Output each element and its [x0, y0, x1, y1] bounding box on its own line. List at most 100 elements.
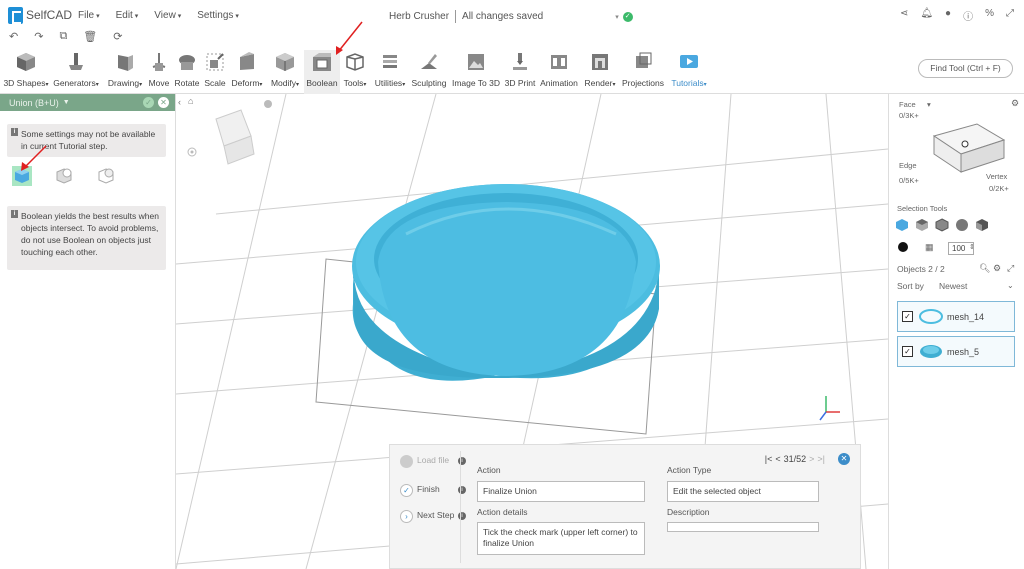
share-icon[interactable]: ⋖: [900, 8, 908, 23]
menu-settings[interactable]: Settings: [197, 10, 239, 21]
object-row-mesh-14[interactable]: ✓ mesh_14: [897, 301, 1015, 332]
step-label: Load file: [417, 455, 450, 465]
undo-icon[interactable]: ↶: [9, 30, 18, 48]
close-icon[interactable]: ✕: [158, 97, 169, 108]
confirm-check-icon[interactable]: ✓: [143, 97, 154, 108]
chevron-right-icon: ›: [400, 510, 413, 523]
tool-image-to-3d[interactable]: Image To 3D: [450, 50, 502, 88]
panel-title: Union (B+U): [9, 97, 59, 108]
copy-icon[interactable]: ⧉: [59, 30, 67, 48]
view-cube[interactable]: [215, 109, 255, 165]
app-logo[interactable]: SelfCAD: [8, 6, 78, 24]
camera-target-icon[interactable]: [187, 147, 197, 157]
last-step-icon[interactable]: >|: [817, 454, 825, 464]
previous-step-icon[interactable]: <: [775, 454, 780, 464]
edge-label[interactable]: Edge: [899, 161, 917, 170]
search-icon[interactable]: 🔍︎: [979, 263, 990, 274]
select-face-icon[interactable]: [915, 218, 929, 232]
face-count: 0/3K+: [899, 111, 919, 120]
tool-render[interactable]: Render: [582, 50, 618, 88]
save-status: All changes saved: [462, 11, 544, 22]
drawing-icon: [114, 50, 136, 74]
difference-button[interactable]: [54, 166, 74, 186]
document-title[interactable]: Herb Crusher: [389, 11, 449, 22]
selection-tool-buttons: [895, 218, 989, 232]
tool-sculpting[interactable]: Sculpting: [410, 50, 448, 88]
menu-file[interactable]: File: [78, 10, 100, 21]
bell-icon[interactable]: 🔔︎: [920, 8, 933, 23]
tool-drawing[interactable]: Drawing: [105, 50, 145, 88]
tool-boolean[interactable]: Boolean: [304, 50, 340, 94]
top-menubar: SelfCAD File Edit View Settings Herb Cru…: [0, 0, 1024, 30]
tool-deform[interactable]: Deform: [228, 50, 266, 88]
value-input[interactable]: 100: [948, 242, 974, 255]
select-box-icon[interactable]: [975, 218, 989, 232]
select-grid-icon[interactable]: [935, 218, 949, 232]
trash-icon[interactable]: 🗑︎: [83, 30, 97, 48]
tool-label: Tools: [344, 78, 367, 88]
tool-modify[interactable]: Modify: [268, 50, 302, 88]
selection-mode-cube[interactable]: [929, 114, 1009, 174]
chevron-down-icon[interactable]: ▼: [63, 99, 70, 106]
step-next[interactable]: › Next Step i: [400, 510, 466, 536]
texture-icon[interactable]: ▦: [925, 242, 934, 253]
union-panel: Union (B+U) ▼ ✓ ✕ i Some settings may no…: [0, 94, 176, 569]
tool-3d-print[interactable]: 3D Print: [503, 50, 537, 88]
info-icon[interactable]: ⓘ: [963, 8, 973, 23]
paint-color-swatch[interactable]: [898, 242, 908, 252]
user-icon[interactable]: ●: [945, 8, 951, 23]
redo-icon[interactable]: ↷: [34, 30, 43, 48]
tool-label: Utilities: [375, 78, 405, 88]
select-object-icon[interactable]: [895, 218, 909, 232]
step-finish[interactable]: ✓ Finish i: [400, 484, 466, 510]
fullscreen-icon[interactable]: ⤢: [1006, 8, 1014, 23]
chevron-left-icon[interactable]: ‹: [178, 97, 181, 107]
tool-animation[interactable]: Animation: [538, 50, 580, 88]
select-sphere-icon[interactable]: [955, 218, 969, 232]
gear-icon[interactable]: ⚙: [1011, 98, 1019, 109]
tool-projections[interactable]: Projections: [621, 50, 665, 88]
close-icon[interactable]: ✕: [838, 453, 850, 465]
expand-icon[interactable]: ⤢: [1007, 263, 1014, 274]
rotate-icon: [176, 50, 198, 74]
tools-icon: [344, 50, 366, 74]
mesh-bowl[interactable]: [352, 184, 660, 381]
selection-tools-label: Selection Tools: [897, 204, 948, 213]
intersection-button[interactable]: [96, 166, 116, 186]
tool-utilities[interactable]: Utilities: [371, 50, 409, 88]
render-icon: [589, 50, 611, 74]
percent-icon[interactable]: %: [985, 8, 994, 23]
find-tool-button[interactable]: Find Tool (Ctrl + F): [918, 59, 1013, 78]
chevron-down-icon[interactable]: ▾: [927, 100, 931, 109]
home-icon[interactable]: ⌂: [188, 96, 193, 106]
type-field: Edit the selected object: [667, 481, 819, 502]
divider: [460, 451, 461, 563]
chevron-down-icon[interactable]: ▾: [615, 13, 619, 21]
tool-generators[interactable]: Generators: [52, 50, 100, 88]
next-step-icon[interactable]: >: [809, 454, 814, 464]
menu-view[interactable]: View: [154, 10, 181, 21]
face-label[interactable]: Face: [899, 100, 916, 109]
sort-select[interactable]: Newest: [939, 281, 967, 291]
tool-tools[interactable]: Tools: [341, 50, 369, 88]
intersection-icon: [98, 168, 114, 184]
menu-edit[interactable]: Edit: [116, 10, 139, 21]
reset-icon[interactable]: ⟳: [113, 30, 122, 48]
vertex-label[interactable]: Vertex: [986, 172, 1007, 181]
visibility-checkbox[interactable]: ✓: [902, 311, 913, 322]
tutorial-navigation: |< < 31/52 > >| ✕: [765, 453, 850, 465]
object-row-mesh-5[interactable]: ✓ mesh_5: [897, 336, 1015, 367]
step-load-file[interactable]: Load file i: [400, 455, 466, 481]
tool-tutorials[interactable]: Tutorials: [668, 50, 710, 88]
tool-scale[interactable]: Scale: [203, 50, 227, 88]
gear-icon[interactable]: ⚙: [993, 263, 1001, 274]
tool-ribbon: 3D Shapes Generators Drawing Move Rotate…: [0, 50, 1024, 94]
first-step-icon[interactable]: |<: [765, 454, 773, 464]
tool-rotate[interactable]: Rotate: [173, 50, 201, 88]
visibility-checkbox[interactable]: ✓: [902, 346, 913, 357]
union-button[interactable]: [12, 166, 32, 186]
tool-3d-shapes[interactable]: 3D Shapes: [3, 50, 49, 88]
chevron-down-icon[interactable]: ⌄: [1007, 281, 1014, 290]
tool-move[interactable]: Move: [147, 50, 171, 88]
light-icon[interactable]: [264, 100, 272, 108]
